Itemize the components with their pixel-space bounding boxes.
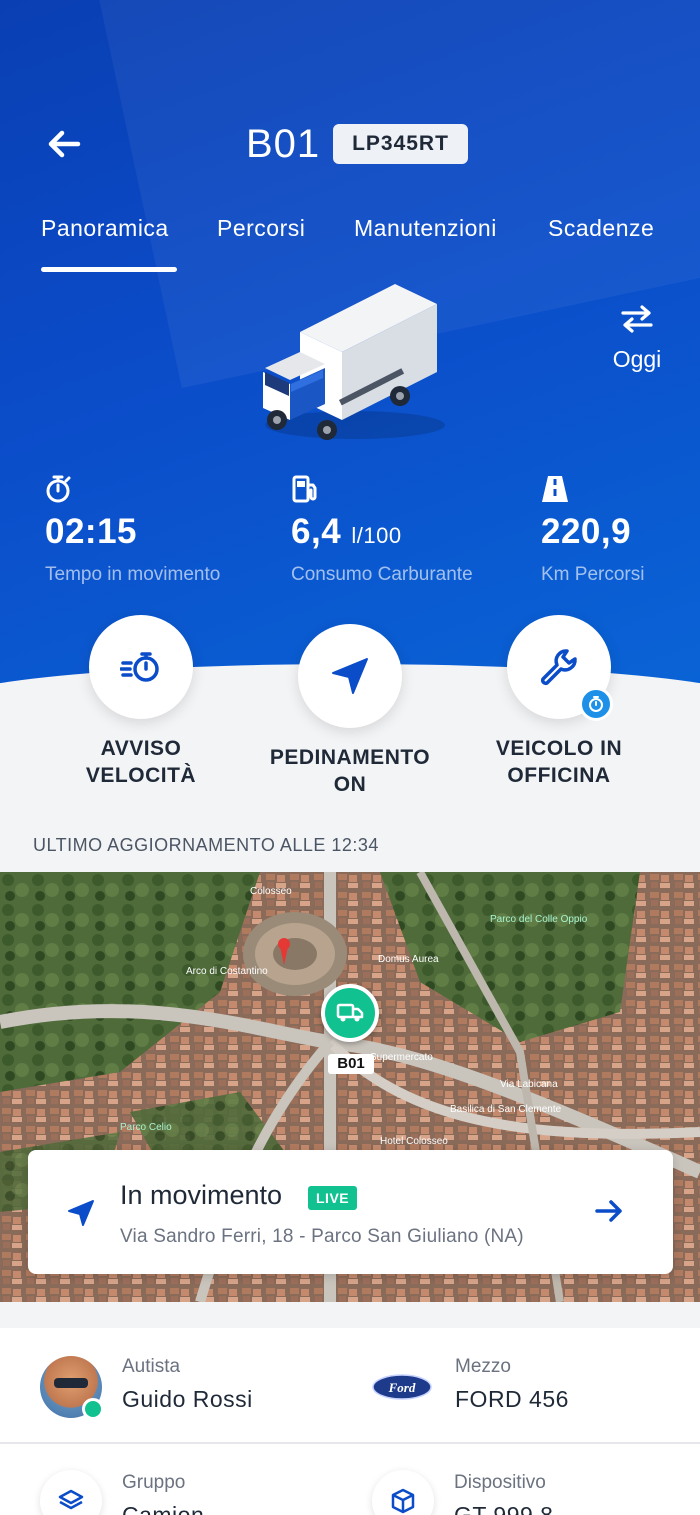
avatar-glasses: [54, 1378, 88, 1388]
device-info[interactable]: Dispositivo GT 999 8: [454, 1472, 553, 1515]
tab-scadenze[interactable]: Scadenze: [548, 215, 654, 242]
workshop-label-line2: OFFICINA: [507, 764, 611, 787]
vehicle-model-label: Mezzo: [455, 1356, 511, 1377]
last-update-text: ULTIMO AGGIORNAMENTO ALLE 12:34: [33, 835, 379, 855]
driver-online-indicator: [82, 1398, 104, 1420]
driver-avatar: [40, 1356, 104, 1420]
stat-moving-time-label: Tempo in movimento: [45, 564, 221, 585]
active-tab-indicator: [41, 267, 177, 272]
road-icon: [542, 476, 568, 502]
vehicle-status-card[interactable]: In movimento LIVE Via Sandro Ferri, 18 -…: [28, 1150, 673, 1274]
map-label-colosseo: Colosseo: [250, 886, 292, 897]
ford-logo-icon: Ford: [372, 1374, 432, 1400]
stat-fuel: 6,4 l/100 Consumo Carburante: [291, 474, 473, 586]
driver-name: Guido Rossi: [122, 1386, 253, 1412]
device-label: Dispositivo: [454, 1472, 546, 1493]
back-button[interactable]: [44, 124, 84, 164]
arrow-right-icon[interactable]: [594, 1196, 624, 1226]
driver-info[interactable]: Autista Guido Rossi: [122, 1356, 253, 1413]
tracking-action[interactable]: PEDINAMENTO ON: [250, 624, 450, 798]
period-label: Oggi: [612, 346, 662, 372]
tab-bar: Panoramica Percorsi Manutenzioni Scadenz…: [0, 215, 700, 275]
group-label: Gruppo: [122, 1472, 186, 1493]
arrow-left-icon: [48, 130, 81, 158]
map-label-labicana: Via Labicana: [500, 1079, 558, 1090]
vehicle-header: B01 LP345RT Panoramica Percorsi Manutenz…: [0, 0, 700, 700]
stat-fuel-value: 6,4: [291, 512, 342, 551]
tab-manutenzioni[interactable]: Manutenzioni: [354, 215, 497, 242]
vehicle-code-title: B01: [246, 122, 321, 166]
speed-alert-label-line1: AVVISO: [100, 737, 182, 760]
truck-icon: [336, 1003, 364, 1022]
navigation-arrow-icon: [332, 658, 368, 694]
group-value: Camion: [122, 1502, 205, 1515]
device-value: GT 999 8: [454, 1502, 554, 1515]
group-info[interactable]: Gruppo Camion: [122, 1472, 204, 1515]
status-address: Via Sandro Ferri, 18 - Parco San Giulian…: [120, 1226, 524, 1247]
tracking-label-line1: PEDINAMENTO: [269, 746, 431, 769]
navigation-arrow-icon: [68, 1200, 94, 1226]
tracking-button[interactable]: [298, 624, 402, 728]
truck-illustration: [263, 284, 445, 440]
license-plate-badge: LP345RT: [333, 124, 468, 164]
stat-moving-time: 02:15 Tempo in movimento: [45, 474, 220, 586]
swap-arrows-icon: [621, 305, 653, 333]
tab-percorsi[interactable]: Percorsi: [217, 215, 305, 242]
speed-alert-action[interactable]: AVVISO VELOCITÀ: [41, 615, 241, 789]
tracking-label-line2: ON: [333, 773, 367, 796]
workshop-action[interactable]: VEICOLO IN OFFICINA: [459, 615, 659, 789]
workshop-button[interactable]: [507, 615, 613, 721]
stat-km: 220,9 Km Percorsi: [541, 474, 644, 586]
speed-alert-label-line2: VELOCITÀ: [85, 764, 197, 787]
group-icon-circle: [40, 1470, 102, 1515]
stat-moving-time-value: 02:15: [45, 512, 138, 551]
layers-icon: [58, 1489, 84, 1510]
cube-icon: [391, 1488, 415, 1514]
map-label-celio: Parco Celio: [120, 1122, 172, 1133]
workshop-timer-badge: [579, 687, 613, 721]
info-divider: [0, 1442, 700, 1444]
vehicle-model-info[interactable]: Mezzo FORD 456: [455, 1356, 569, 1413]
fuel-pump-icon: [292, 475, 317, 503]
speed-timer-icon: [120, 652, 159, 682]
status-title: In movimento: [120, 1180, 283, 1210]
stat-fuel-label: Consumo Carburante: [291, 564, 473, 585]
workshop-label-line1: VEICOLO IN: [495, 737, 623, 760]
stat-km-label: Km Percorsi: [541, 564, 645, 585]
stat-fuel-unit: l/100: [351, 523, 402, 548]
map-label-arco: Arco di Costantino: [186, 966, 268, 977]
vehicle-map-marker[interactable]: [321, 984, 379, 1042]
map-label-domus: Domus Aurea: [378, 954, 439, 965]
tab-panoramica[interactable]: Panoramica: [41, 215, 169, 242]
map-label-parco: Parco del Colle Oppio: [490, 914, 588, 925]
map-label-basilica: Basilica di San Clemente: [450, 1104, 562, 1115]
stopwatch-icon: [589, 696, 603, 712]
period-selector[interactable]: Oggi: [600, 304, 674, 394]
map-label-super: Supermercato: [370, 1052, 433, 1063]
driver-label: Autista: [122, 1356, 181, 1377]
vehicle-info-section: Autista Guido Rossi Ford Mezzo FORD 456 …: [0, 1328, 700, 1515]
wrench-icon: [540, 649, 577, 686]
stat-km-value: 220,9: [541, 512, 632, 551]
stopwatch-icon: [46, 475, 71, 503]
vehicle-model-name: FORD 456: [455, 1386, 569, 1412]
speed-alert-button[interactable]: [89, 615, 193, 719]
live-badge: LIVE: [308, 1186, 358, 1210]
vehicle-map-label: B01: [328, 1054, 374, 1074]
device-icon-circle: [372, 1470, 434, 1515]
svg-text:Ford: Ford: [388, 1380, 416, 1395]
map-label-hotel: Hotel Colosseo: [380, 1136, 448, 1147]
